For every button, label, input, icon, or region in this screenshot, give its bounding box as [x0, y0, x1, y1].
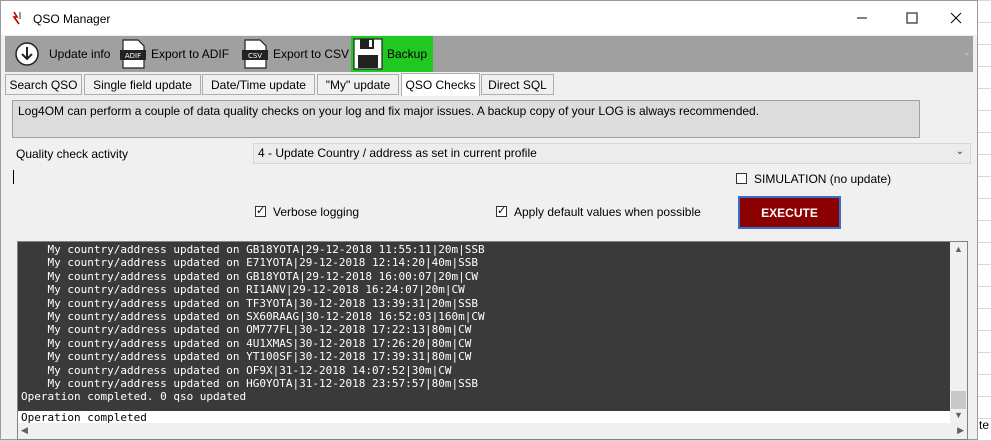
horizontal-scrollbar[interactable]: ◀ ▶	[18, 423, 967, 439]
log-line: My country/address updated on OF9X|31-12…	[21, 363, 452, 377]
scroll-left-icon[interactable]: ◀	[21, 425, 28, 436]
log-output[interactable]: My country/address updated on GB18YOTA|2…	[17, 241, 968, 440]
close-icon	[950, 12, 962, 24]
apply-defaults-checkbox[interactable]: ✓	[496, 205, 507, 217]
backup-button[interactable]: Backup	[351, 36, 433, 72]
scroll-right-icon[interactable]: ▶	[957, 425, 964, 436]
update-info-button[interactable]: Update info	[13, 36, 110, 72]
simulation-checkbox[interactable]	[736, 173, 747, 184]
log-line: My country/address updated on GB18YOTA|2…	[21, 243, 485, 256]
checkmark-icon: ✓	[256, 205, 266, 217]
scrollbar-thumb[interactable]	[951, 391, 966, 409]
csv-icon-text: CSV	[248, 52, 262, 60]
log-line: My country/address updated on YT100SF|30…	[21, 350, 472, 364]
verbose-logging-label: Verbose logging	[273, 205, 360, 219]
download-icon	[15, 42, 39, 66]
log-console: My country/address updated on GB18YOTA|2…	[18, 242, 951, 411]
text-cursor	[13, 170, 14, 184]
backup-label: Backup	[387, 47, 428, 61]
close-button[interactable]	[933, 1, 979, 35]
window-title: QSO Manager	[33, 12, 111, 26]
export-csv-label: Export to CSV	[273, 47, 350, 61]
minimize-button[interactable]	[839, 1, 885, 35]
log-line: My country/address updated on TF3YOTA|30…	[21, 296, 478, 310]
log-line: My country/address updated on RI1ANV|29-…	[21, 283, 465, 297]
export-csv-button[interactable]: CSV Export to CSV	[241, 36, 349, 72]
adif-file-icon: ADIF	[120, 39, 146, 69]
tab-single-field-update[interactable]: Single field update	[84, 74, 201, 95]
quality-check-select[interactable]: 4 - Update Country / address as set in c…	[253, 143, 971, 164]
vertical-scrollbar[interactable]: ▲ ▼	[950, 242, 967, 424]
log-line: Operation completed. 0 qso updated	[21, 390, 247, 404]
toolbar: Update info ADIF Export to ADIF CSV Expo…	[5, 36, 973, 72]
maximize-button[interactable]	[889, 1, 935, 35]
title-bar[interactable]: QSO Manager	[1, 1, 977, 35]
quality-check-label: Quality check activity	[16, 147, 129, 161]
apply-defaults-label: Apply default values when possible	[514, 205, 701, 219]
maximize-icon	[906, 12, 918, 24]
log-line: My country/address updated on GB18YOTA|2…	[21, 269, 478, 283]
app-logo-icon	[12, 11, 21, 25]
execute-button[interactable]: EXECUTE	[738, 196, 841, 229]
tab-my-update[interactable]: "My" update	[317, 74, 399, 95]
verbose-logging-checkbox[interactable]: ✓	[255, 205, 266, 217]
tab-search-qso[interactable]: Search QSO	[5, 74, 82, 95]
tab-direct-sql[interactable]: Direct SQL	[481, 74, 554, 95]
log-line: My country/address updated on 4U1XMAS|30…	[21, 336, 472, 350]
export-adif-button[interactable]: ADIF Export to ADIF	[119, 36, 229, 72]
simulation-label: SIMULATION (no update)	[754, 172, 892, 186]
adif-icon-text: ADIF	[125, 52, 141, 60]
update-info-label: Update info	[49, 47, 111, 61]
tab-qso-checks[interactable]: QSO Checks	[401, 73, 480, 96]
scroll-up-icon[interactable]: ▲	[954, 244, 963, 254]
background-partial-text: te	[978, 418, 989, 432]
log-line: My country/address updated on HG0YOTA|31…	[21, 377, 478, 391]
log-line: My country/address updated on SX60RAAG|3…	[21, 310, 485, 324]
chevron-down-icon: ⌄	[955, 146, 964, 157]
tab-date-time-update[interactable]: Date/Time update	[202, 74, 315, 95]
scroll-down-icon[interactable]: ▼	[954, 410, 963, 420]
info-description: Log4OM can perform a couple of data qual…	[12, 100, 920, 138]
log-lines: My country/address updated on GB18YOTA|2…	[21, 243, 485, 404]
log-line: My country/address updated on OM777FL|30…	[21, 323, 472, 337]
csv-file-icon: CSV	[242, 39, 268, 69]
log-line: My country/address updated on E71YOTA|29…	[21, 256, 478, 270]
quality-check-selected-value: 4 - Update Country / address as set in c…	[258, 146, 537, 160]
toolbar-overflow-mark: -	[965, 46, 969, 60]
minimize-icon	[857, 17, 867, 19]
export-adif-label: Export to ADIF	[151, 47, 230, 61]
qso-manager-window: QSO Manager Update info ADIF Export to A…	[0, 0, 978, 440]
checkmark-icon: ✓	[497, 205, 507, 217]
floppy-disk-icon	[353, 38, 383, 70]
